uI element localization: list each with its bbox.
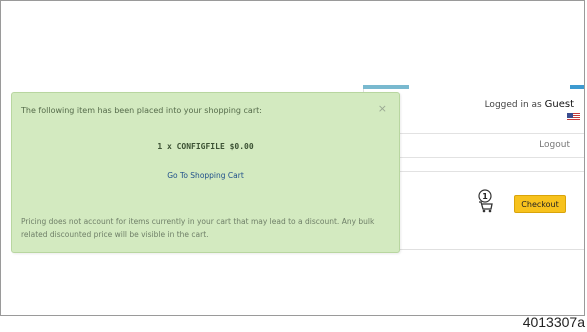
popup-header: The following item has been placed into … [21,106,262,115]
user-name: Guest [544,99,574,110]
go-to-cart-link[interactable]: Go To Shopping Cart [12,171,399,180]
figure-id: 4013307a [522,314,585,330]
added-to-cart-popup: The following item has been placed into … [11,92,400,253]
pricing-note: Pricing does not account for items curre… [21,217,375,239]
checkout-button[interactable]: Checkout [514,195,566,213]
shopping-cart-icon[interactable]: 1 [474,189,496,213]
cart-item-line: 1 x CONFIGFILE $0.00 [157,142,254,151]
logged-in-label: Logged in as [484,100,542,110]
logout-link[interactable]: Logout [539,140,570,150]
login-status: Logged in as Guest [485,99,574,110]
cart-count-badge: 1 [482,192,488,201]
us-flag-icon[interactable] [567,113,580,121]
screenshot-frame: Logged in as Guest Logout 1 Checkout The… [0,0,585,316]
close-icon[interactable]: × [378,102,387,115]
